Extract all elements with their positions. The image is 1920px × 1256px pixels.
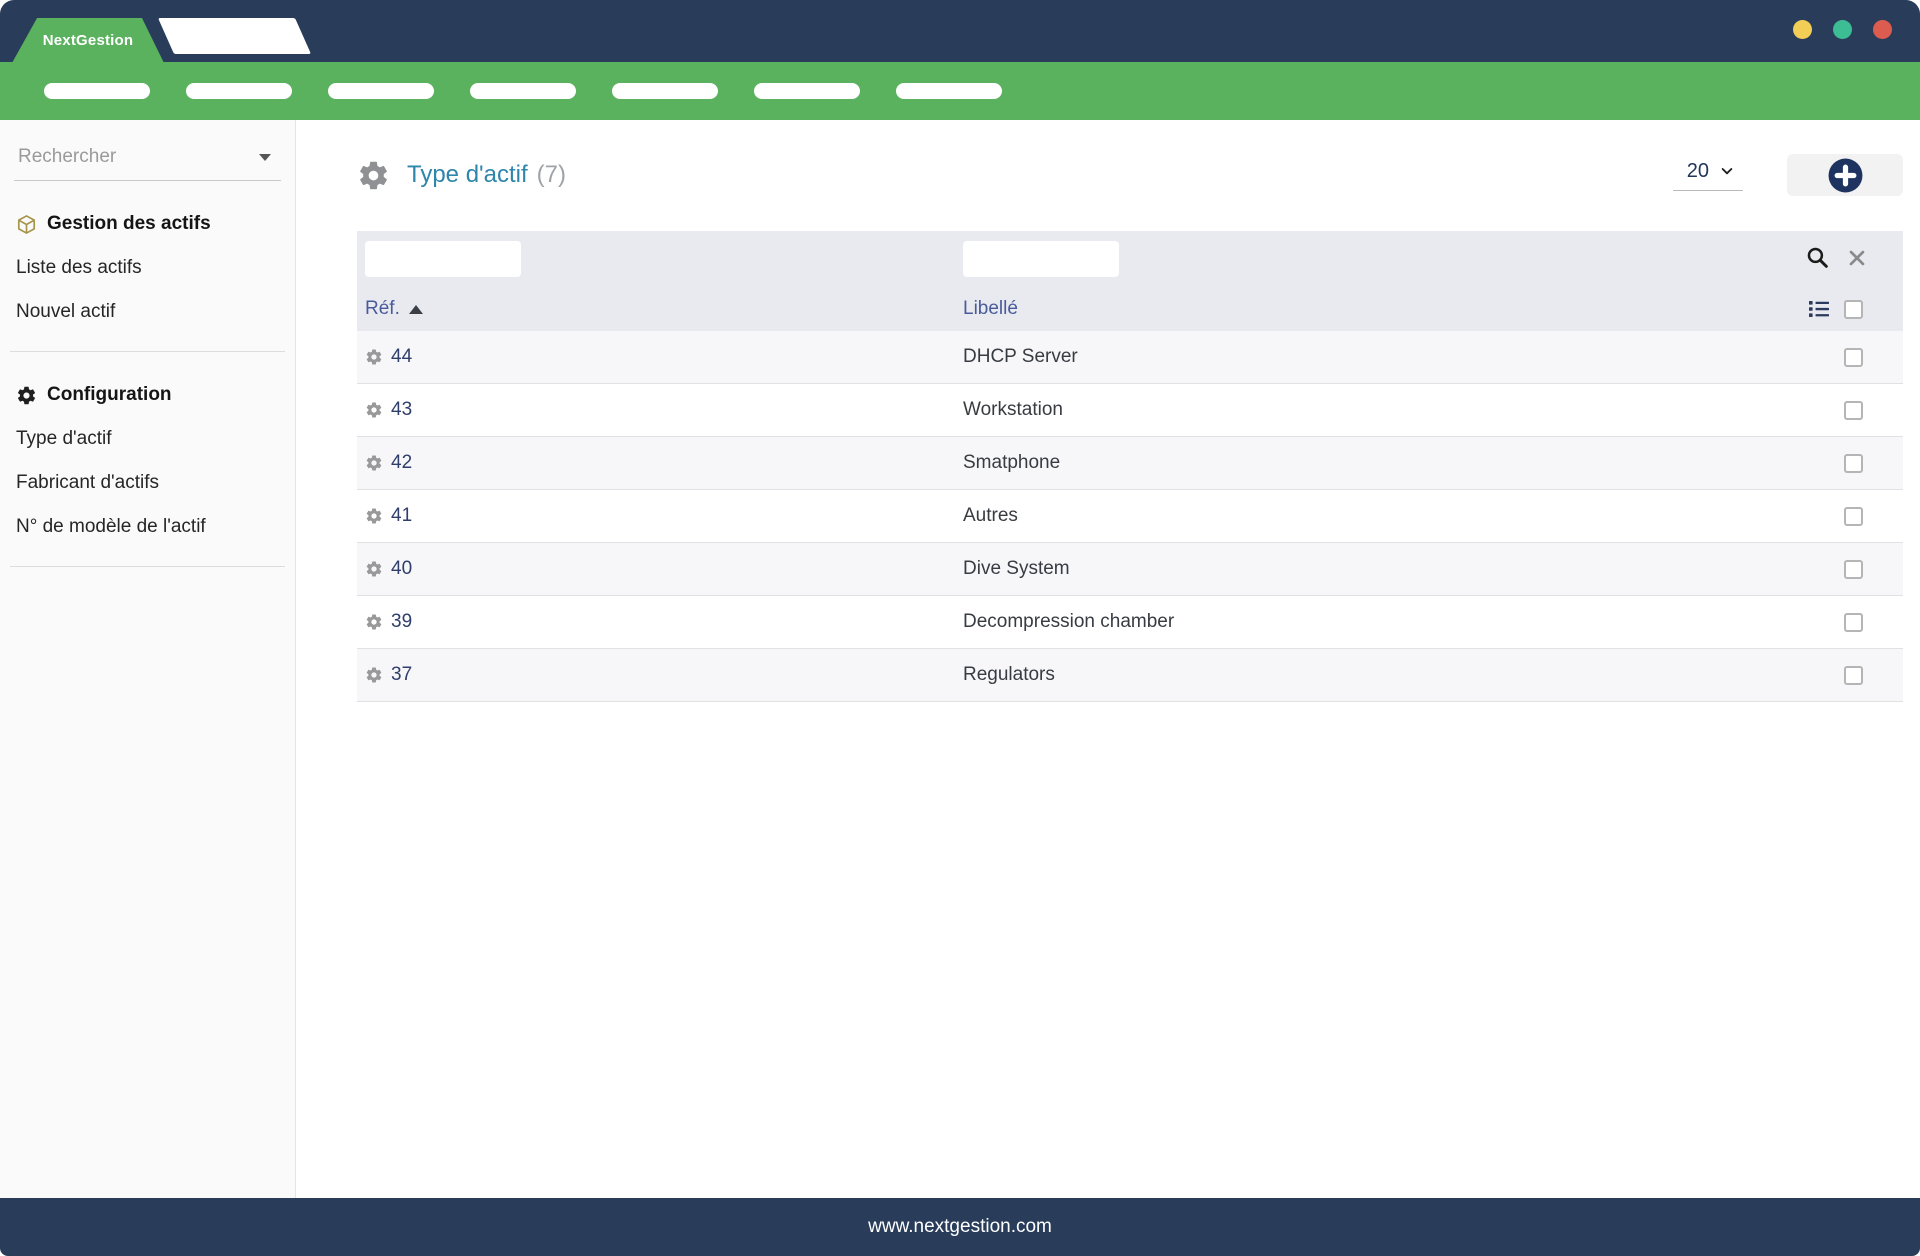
label-cell: Regulators [963,664,1753,686]
table-row[interactable]: 41 Autres [357,490,1903,543]
row-checkbox[interactable] [1844,348,1863,367]
ref-filter-input[interactable] [365,241,521,277]
nav-pill[interactable] [328,83,434,99]
sidebar-item-fabricant-dactifs[interactable]: Fabricant d'actifs [16,472,279,494]
label-cell: Smatphone [963,452,1753,474]
top-bar: NextGestion [0,0,1920,62]
table-row[interactable]: 43 Workstation [357,384,1903,437]
label-cell: Decompression chamber [963,611,1753,633]
clear-filters-button[interactable] [1846,247,1868,269]
row-checkbox[interactable] [1844,560,1863,579]
sidebar-item-liste-des-actifs[interactable]: Liste des actifs [16,257,279,279]
gear-icon [365,613,383,631]
asset-type-table: Réf. Libellé [357,231,1903,702]
label-filter-input[interactable] [963,241,1119,277]
nav-pill[interactable] [44,83,150,99]
page-size-value: 20 [1687,160,1709,183]
footer-url: www.nextgestion.com [868,1216,1052,1238]
table-body: 44 DHCP Server 43 Workstation [357,331,1903,702]
chevron-down-icon [1719,163,1735,179]
gear-icon [16,385,37,406]
add-button[interactable] [1787,154,1903,196]
gear-icon [365,507,383,525]
cube-icon [16,214,37,235]
sidebar-item-numero-modele[interactable]: N° de modèle de l'actif [16,516,279,538]
page-size-select[interactable]: 20 [1673,160,1743,191]
ref-link[interactable]: 42 [357,452,963,474]
minimize-dot[interactable] [1793,20,1812,39]
sidebar-search [14,138,281,181]
nav-pill[interactable] [896,83,1002,99]
ref-link[interactable]: 39 [357,611,963,633]
close-dot[interactable] [1873,20,1892,39]
search-input[interactable] [18,146,277,168]
main-nav-bar [0,62,1920,120]
table-row[interactable]: 39 Decompression chamber [357,596,1903,649]
select-all-checkbox[interactable] [1844,300,1863,319]
row-checkbox[interactable] [1844,613,1863,632]
list-icon [1807,297,1831,321]
ref-link[interactable]: 43 [357,399,963,421]
label-cell: Dive System [963,558,1753,580]
row-checkbox[interactable] [1844,454,1863,473]
row-checkbox[interactable] [1844,507,1863,526]
gear-icon [365,401,383,419]
gear-icon [365,348,383,366]
brand-tab[interactable]: NextGestion [12,18,164,63]
table-row[interactable]: 37 Regulators [357,649,1903,702]
table-row[interactable]: 40 Dive System [357,543,1903,596]
row-checkbox[interactable] [1844,401,1863,420]
column-header-libelle[interactable]: Libellé [963,298,1753,320]
sidebar-section-gestion-des-actifs[interactable]: Gestion des actifs [16,213,279,235]
label-cell: Autres [963,505,1753,527]
ref-link[interactable]: 40 [357,558,963,580]
page-header: Type d'actif (7) 20 [357,154,1903,196]
nav-pill[interactable] [754,83,860,99]
maximize-dot[interactable] [1833,20,1852,39]
footer: www.nextgestion.com [0,1198,1920,1256]
blank-tab-shape[interactable] [158,18,311,54]
column-header-ref[interactable]: Réf. [357,298,963,320]
gear-icon [365,560,383,578]
label-cell: Workstation [963,399,1753,421]
gear-icon [357,159,390,192]
section-title: Configuration [47,384,172,406]
plus-circle-icon [1827,157,1864,194]
sidebar-item-nouvel-actif[interactable]: Nouvel actif [16,301,279,323]
table-row[interactable]: 44 DHCP Server [357,331,1903,384]
sidebar-item-type-dactif[interactable]: Type d'actif [16,428,279,450]
search-icon [1805,245,1830,270]
sidebar-section-configuration[interactable]: Configuration [16,384,279,406]
main-content: Type d'actif (7) 20 [296,120,1920,1198]
ref-link[interactable]: 44 [357,346,963,368]
gear-icon [365,666,383,684]
sidebar-divider [10,566,285,567]
gear-icon [365,454,383,472]
close-icon [1846,247,1868,269]
nav-pill[interactable] [186,83,292,99]
table-row[interactable]: 42 Smatphone [357,437,1903,490]
app-window: NextGestion Gestion des actifs [0,0,1920,1256]
sidebar-divider [10,351,285,352]
nav-pill[interactable] [612,83,718,99]
brand-label: NextGestion [43,32,134,49]
list-view-button[interactable] [1807,297,1831,321]
window-controls [1793,20,1892,39]
ref-link[interactable]: 41 [357,505,963,527]
row-checkbox[interactable] [1844,666,1863,685]
ref-link[interactable]: 37 [357,664,963,686]
sort-ascending-icon [409,305,423,314]
item-count: (7) [537,161,566,189]
section-title: Gestion des actifs [47,213,211,235]
page-title: Type d'actif [407,161,528,189]
nav-pill[interactable] [470,83,576,99]
table-header: Réf. Libellé [357,231,1903,331]
search-button[interactable] [1805,245,1830,270]
chevron-down-icon [259,154,271,161]
label-cell: DHCP Server [963,346,1753,368]
sidebar: Gestion des actifs Liste des actifs Nouv… [0,120,296,1198]
